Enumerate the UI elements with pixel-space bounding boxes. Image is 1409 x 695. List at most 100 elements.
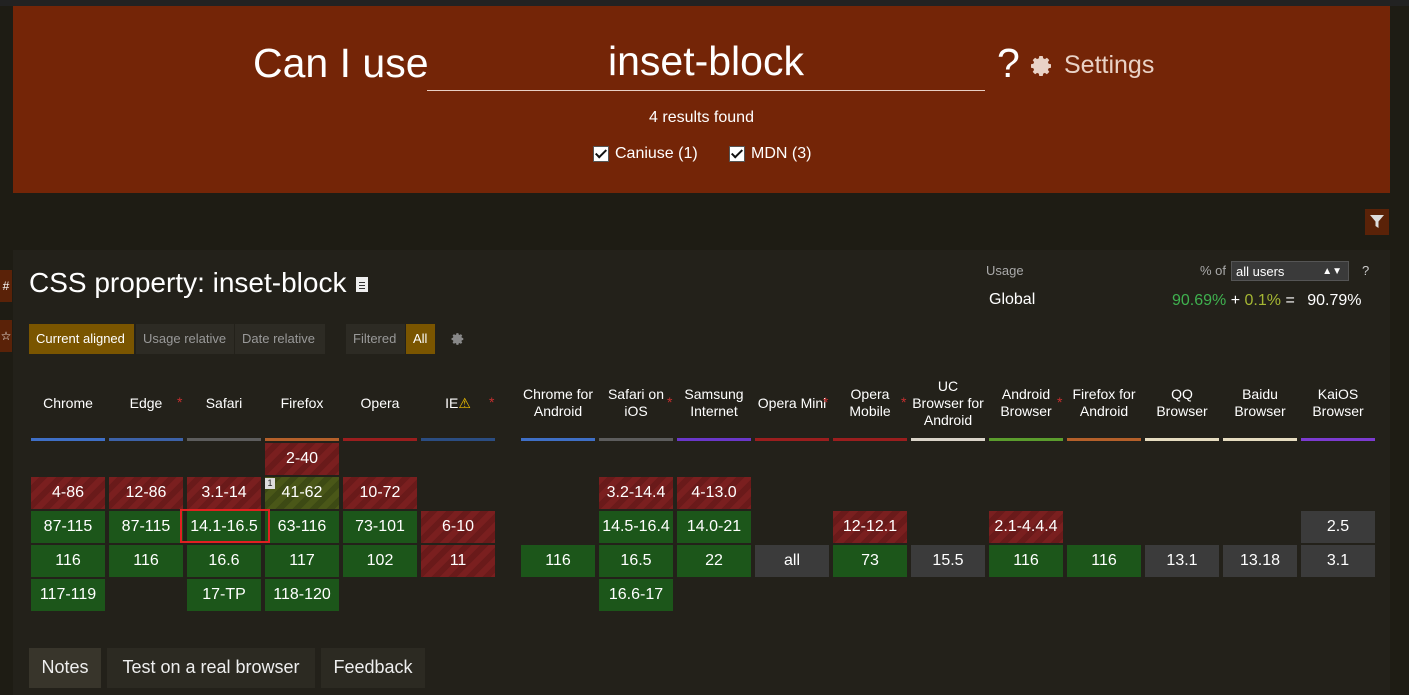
browser-color-bar xyxy=(521,438,595,441)
filter-button[interactable] xyxy=(1365,209,1389,235)
filtered-mode[interactable]: Filtered xyxy=(346,324,405,354)
support-cell[interactable]: 41-62 xyxy=(265,477,339,509)
browser-header-chrome: Chrome xyxy=(31,368,105,438)
warning-icon: ⚠ xyxy=(458,394,471,411)
percent-of-label: % of xyxy=(1200,263,1227,278)
support-cell[interactable]: 3.1 xyxy=(1301,545,1375,577)
support-cell[interactable]: 73 xyxy=(833,545,907,577)
support-cell[interactable]: 12-12.1 xyxy=(833,511,907,543)
tab-feedback[interactable]: Feedback xyxy=(321,648,425,688)
support-cell[interactable]: 4-86 xyxy=(31,477,105,509)
support-cell[interactable]: 10-72 xyxy=(343,477,417,509)
feature-panel xyxy=(13,250,1390,695)
document-icon[interactable] xyxy=(356,277,368,292)
browser-color-bar xyxy=(187,438,261,441)
support-cell[interactable]: 2.1-4.4.4 xyxy=(989,511,1063,543)
browser-name: KaiOS Browser xyxy=(1312,386,1364,419)
settings-link[interactable]: Settings xyxy=(1064,51,1154,80)
usage-numbers: 90.69% + 0.1% = 90.79% xyxy=(1172,292,1362,310)
side-tab-hash[interactable]: # xyxy=(0,270,12,302)
browser-color-bar xyxy=(911,438,985,441)
table-settings-icon[interactable] xyxy=(451,332,465,346)
support-cell[interactable]: 116 xyxy=(1067,545,1141,577)
note-star-icon: * xyxy=(489,394,495,410)
support-cell[interactable]: 17-TP xyxy=(187,579,261,611)
support-cell[interactable]: 16.6-17 xyxy=(599,579,673,611)
select-arrows-icon: ▲▼ xyxy=(1322,266,1342,277)
support-cell[interactable]: 13.1 xyxy=(1145,545,1219,577)
support-cell[interactable]: 87-115 xyxy=(31,511,105,543)
browser-header-samsung: Samsung Internet xyxy=(677,368,751,438)
tab-test-real-browser[interactable]: Test on a real browser xyxy=(107,648,315,688)
support-cell[interactable]: 14.5-16.4 xyxy=(599,511,673,543)
browser-header-ie: IE ⚠ xyxy=(421,368,495,438)
support-cell[interactable]: 2-40 xyxy=(265,443,339,475)
note-badge[interactable]: 1 xyxy=(265,478,275,489)
mdn-filter-checkbox[interactable]: MDN (3) xyxy=(729,145,811,163)
side-tab-star[interactable]: ☆ xyxy=(0,320,12,352)
browser-header-edge: Edge xyxy=(109,368,183,438)
support-cell[interactable]: 2.5 xyxy=(1301,511,1375,543)
support-cell[interactable]: 73-101 xyxy=(343,511,417,543)
browser-name: Safari xyxy=(205,394,243,411)
support-cell[interactable]: 117-119 xyxy=(31,579,105,611)
browser-color-bar xyxy=(31,438,105,441)
support-cell[interactable]: 116 xyxy=(989,545,1063,577)
browser-color-bar xyxy=(421,438,495,441)
support-cell[interactable]: 3.1-14 xyxy=(187,477,261,509)
users-select[interactable]: all users ▲▼ xyxy=(1231,261,1349,281)
support-cell[interactable]: 3.2-14.4 xyxy=(599,477,673,509)
help-link[interactable]: ? xyxy=(1362,263,1369,278)
support-cell[interactable]: 6-10 xyxy=(421,511,495,543)
browser-name: Chrome xyxy=(43,394,93,411)
support-cell[interactable]: 87-115 xyxy=(109,511,183,543)
support-cell[interactable]: 13.18 xyxy=(1223,545,1297,577)
support-cell[interactable]: 11 xyxy=(421,545,495,577)
support-cell[interactable]: all xyxy=(755,545,829,577)
checkbox-icon[interactable] xyxy=(729,146,745,162)
support-cell[interactable]: 116 xyxy=(521,545,595,577)
browser-color-bar xyxy=(343,438,417,441)
partial-pct: 0.1% xyxy=(1244,292,1281,309)
browser-name: Opera xyxy=(360,394,400,411)
browser-name: QQ Browser xyxy=(1156,386,1208,419)
browser-header-safari-ios: Safari on iOS xyxy=(599,368,673,438)
view-usage-relative[interactable]: Usage relative xyxy=(136,324,234,354)
browser-header-uc: UC Browser for Android xyxy=(911,368,985,438)
support-cell[interactable]: 118-120 xyxy=(265,579,339,611)
support-cell[interactable]: 102 xyxy=(343,545,417,577)
view-current-aligned[interactable]: Current aligned xyxy=(29,324,134,354)
browser-color-bar xyxy=(833,438,907,441)
support-cell[interactable]: 116 xyxy=(31,545,105,577)
browser-name: Chrome for Android xyxy=(522,386,594,419)
support-cell[interactable]: 22 xyxy=(677,545,751,577)
note-star-icon: * xyxy=(1057,394,1063,410)
support-cell[interactable]: 12-86 xyxy=(109,477,183,509)
support-cell[interactable]: 14.0-21 xyxy=(677,511,751,543)
all-mode[interactable]: All xyxy=(406,324,435,354)
tab-notes[interactable]: Notes xyxy=(29,648,101,688)
support-cell[interactable]: 4-13.0 xyxy=(677,477,751,509)
browser-header-safari: Safari xyxy=(187,368,261,438)
support-cell[interactable]: 16.5 xyxy=(599,545,673,577)
browser-header-kaios: KaiOS Browser xyxy=(1301,368,1375,438)
plus-sign: + xyxy=(1230,292,1241,309)
support-cell[interactable]: 15.5 xyxy=(911,545,985,577)
search-input[interactable]: inset-block xyxy=(427,36,985,91)
caniuse-label: Can I use xyxy=(253,40,429,86)
caniuse-filter-checkbox[interactable]: Caniuse (1) xyxy=(593,145,698,163)
browser-header-chrome-android: Chrome for Android xyxy=(521,368,595,438)
browser-header-firefox: Firefox xyxy=(265,368,339,438)
support-cell[interactable]: 16.6 xyxy=(187,545,261,577)
checkbox-icon[interactable] xyxy=(593,146,609,162)
gear-icon[interactable] xyxy=(1030,54,1054,78)
browser-color-bar xyxy=(265,438,339,441)
browser-color-bar xyxy=(755,438,829,441)
support-cell[interactable]: 116 xyxy=(109,545,183,577)
browser-header-baidu: Baidu Browser xyxy=(1223,368,1297,438)
view-date-relative[interactable]: Date relative xyxy=(235,324,325,354)
total-pct: 90.79% xyxy=(1307,292,1362,309)
browser-color-bar xyxy=(1145,438,1219,441)
support-cell[interactable]: 63-116 xyxy=(265,511,339,543)
support-cell[interactable]: 117 xyxy=(265,545,339,577)
